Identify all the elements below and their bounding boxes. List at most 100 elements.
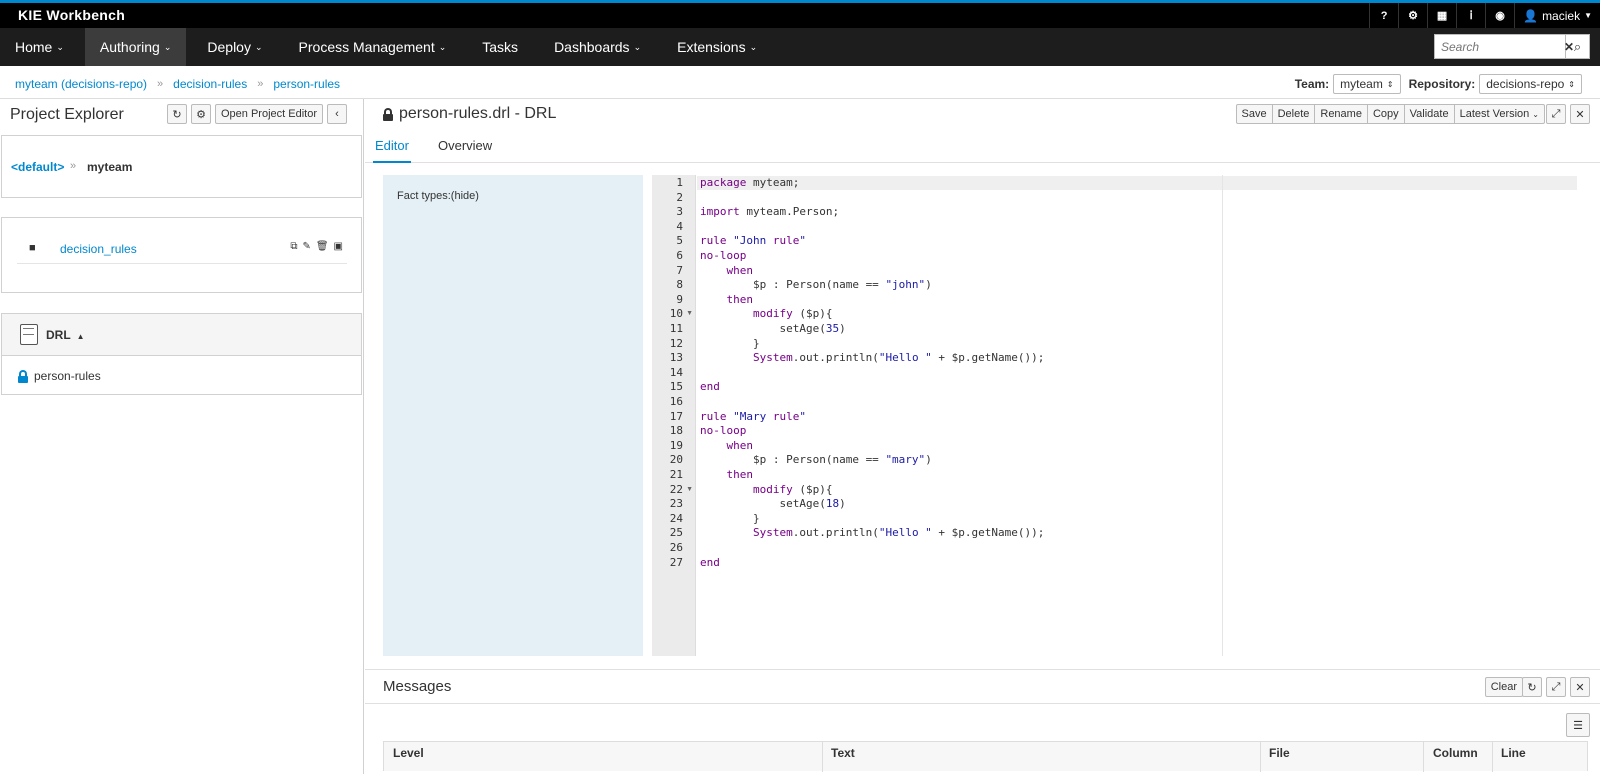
save-button[interactable]: Save — [1235, 104, 1273, 124]
delete-icon[interactable]: 🗑 — [316, 241, 329, 252]
code-line: modify ($p){ — [752, 482, 833, 496]
chevron-down-icon: ⌄ — [56, 41, 64, 52]
column-header-text[interactable]: Text — [831, 746, 855, 760]
breadcrumb: myteam (decisions-repo) » decision-rules… — [15, 77, 340, 91]
camera-icon[interactable]: ◉ — [1485, 3, 1514, 28]
open-project-editor-button[interactable]: Open Project Editor — [215, 104, 323, 124]
clear-button[interactable]: Clear — [1484, 677, 1523, 697]
drl-section-header[interactable]: DRL ▲ — [2, 314, 361, 356]
active-line-highlight — [697, 176, 1577, 190]
close-button[interactable]: ✕ — [1570, 104, 1590, 124]
fold-arrow-icon[interactable]: ▼ — [686, 310, 693, 317]
file-name[interactable]: person-rules — [34, 369, 101, 383]
gear-icon: ⚙ — [196, 108, 206, 121]
close-icon: ✕ — [1575, 681, 1585, 694]
chevron-down-icon: ⌄ — [633, 41, 642, 52]
line-number: 3 — [676, 205, 683, 219]
nav-deploy[interactable]: Deploy ⌄ — [192, 28, 277, 66]
nav-authoring[interactable]: Authoring ⌄ — [84, 28, 187, 66]
close-messages-button[interactable]: ✕ — [1570, 677, 1590, 697]
code-line: } — [700, 336, 760, 350]
refresh-button[interactable]: ↻ — [167, 104, 187, 124]
user-name: maciek — [1542, 8, 1581, 23]
fact-types-toggle[interactable]: Fact types:(hide) — [397, 190, 479, 202]
nav-process-management[interactable]: Process Management ⌄ — [284, 28, 462, 66]
fold-arrow-icon[interactable]: ▼ — [686, 486, 693, 493]
code-line: } — [700, 511, 760, 525]
nav-extensions[interactable]: Extensions ⌄ — [662, 28, 772, 66]
clear-search-icon[interactable]: ✕ — [1564, 40, 1574, 54]
code-line: no-loop — [700, 424, 747, 438]
code-line: rule "John rule" — [700, 234, 806, 248]
nav-home[interactable]: Home ⌄ — [0, 28, 79, 66]
column-picker-button[interactable]: ☰ — [1566, 713, 1590, 737]
delete-button[interactable]: Delete — [1271, 104, 1316, 124]
package-breadcrumb: <default> » myteam — [1, 135, 362, 198]
file-item[interactable]: person-rules — [18, 369, 101, 383]
repo-select[interactable]: decisions-repo ⇕ — [1479, 74, 1582, 94]
nav-search: ✕ ⌕ — [1434, 34, 1590, 59]
info-icon[interactable]: ⅰ — [1456, 3, 1485, 28]
nav-dashboards[interactable]: Dashboards ⌄ — [539, 28, 656, 66]
line-number: 18 — [669, 424, 683, 438]
search-input[interactable] — [1434, 34, 1566, 59]
code-line: then — [726, 292, 754, 306]
column-header-file[interactable]: File — [1269, 746, 1290, 760]
line-number: 6 — [676, 249, 683, 262]
breadcrumb-project[interactable]: decision-rules — [173, 77, 247, 91]
line-number: 25 — [669, 526, 683, 540]
apps-icon[interactable]: ▦ — [1427, 3, 1456, 28]
default-package-link[interactable]: <default> — [11, 160, 64, 174]
messages-toolbar: Clear ↻ ⤢ ✕ — [1484, 677, 1590, 697]
search-icon: ⌕ — [1573, 38, 1582, 54]
chevron-down-icon: ▼ — [1584, 11, 1592, 20]
help-icon[interactable]: ? — [1369, 3, 1398, 28]
rename-button[interactable]: Rename — [1314, 104, 1368, 124]
code-line: then — [726, 468, 754, 481]
settings-icon[interactable]: ⚙ — [1398, 3, 1427, 28]
archive-icon[interactable]: ▣ — [334, 241, 343, 252]
breadcrumb-repo[interactable]: myteam (decisions-repo) — [15, 77, 147, 91]
line-number: 27 — [669, 555, 683, 569]
lock-icon — [18, 369, 28, 383]
messages-title: Messages — [383, 678, 452, 695]
column-header-line[interactable]: Line — [1501, 746, 1526, 760]
tab-overview[interactable]: Overview — [438, 138, 492, 153]
column-header-column[interactable]: Column — [1433, 746, 1478, 760]
code-line: rule "Mary rule" — [700, 409, 806, 423]
code-line: setAge(35) — [700, 322, 846, 335]
line-number: 26 — [669, 541, 683, 554]
version-dropdown[interactable]: Latest Version ⌄ — [1453, 104, 1545, 124]
line-number: 10 — [669, 307, 683, 321]
user-menu[interactable]: 👤 maciek ▼ — [1514, 3, 1600, 28]
code-line: when — [726, 263, 754, 277]
line-number: 4 — [676, 219, 683, 233]
validate-button[interactable]: Validate — [1403, 104, 1455, 124]
collapse-button[interactable]: ‹ — [327, 104, 347, 124]
edit-icon[interactable]: ✎ — [302, 241, 310, 252]
folder-link[interactable]: decision_rules — [60, 242, 137, 256]
code-line: setAge(18) — [700, 497, 846, 511]
nav-tasks[interactable]: Tasks — [467, 28, 533, 66]
folder-actions: ⧉ ✎ 🗑 ▣ — [290, 241, 343, 252]
code-editor[interactable]: 1 2 3 4 5 6 7 8 9 10 ▼ 11 12 13 14 15 16 17 18 19 20 21 22 ▼ 23 2… — [652, 175, 1587, 656]
maximize-messages-button[interactable]: ⤢ — [1546, 677, 1566, 697]
refresh-icon: ↻ — [172, 108, 182, 121]
copy-icon[interactable]: ⧉ — [290, 241, 297, 252]
copy-button[interactable]: Copy — [1366, 104, 1405, 124]
line-number: 13 — [669, 351, 683, 365]
team-select[interactable]: myteam ⇕ — [1333, 74, 1401, 94]
chevron-down-icon: ⌄ — [749, 41, 758, 52]
refresh-messages-button[interactable]: ↻ — [1522, 677, 1542, 697]
list-item[interactable]: ■ decision_rules ⧉ ✎ 🗑 ▣ — [17, 232, 347, 264]
explorer-settings-button[interactable]: ⚙ — [191, 104, 211, 124]
tab-editor[interactable]: Editor — [373, 138, 411, 163]
maximize-button[interactable]: ⤢ — [1546, 104, 1566, 124]
column-header-level[interactable]: Level — [393, 746, 424, 760]
fact-types-panel: Fact types:(hide) — [383, 175, 643, 656]
column-divider — [1423, 742, 1424, 772]
section-label: DRL ▲ — [46, 328, 85, 342]
breadcrumb-file[interactable]: person-rules — [273, 77, 340, 91]
context-selectors: Team: myteam ⇕ Repository: decisions-repo… — [1295, 74, 1582, 94]
column-divider — [1492, 742, 1493, 772]
